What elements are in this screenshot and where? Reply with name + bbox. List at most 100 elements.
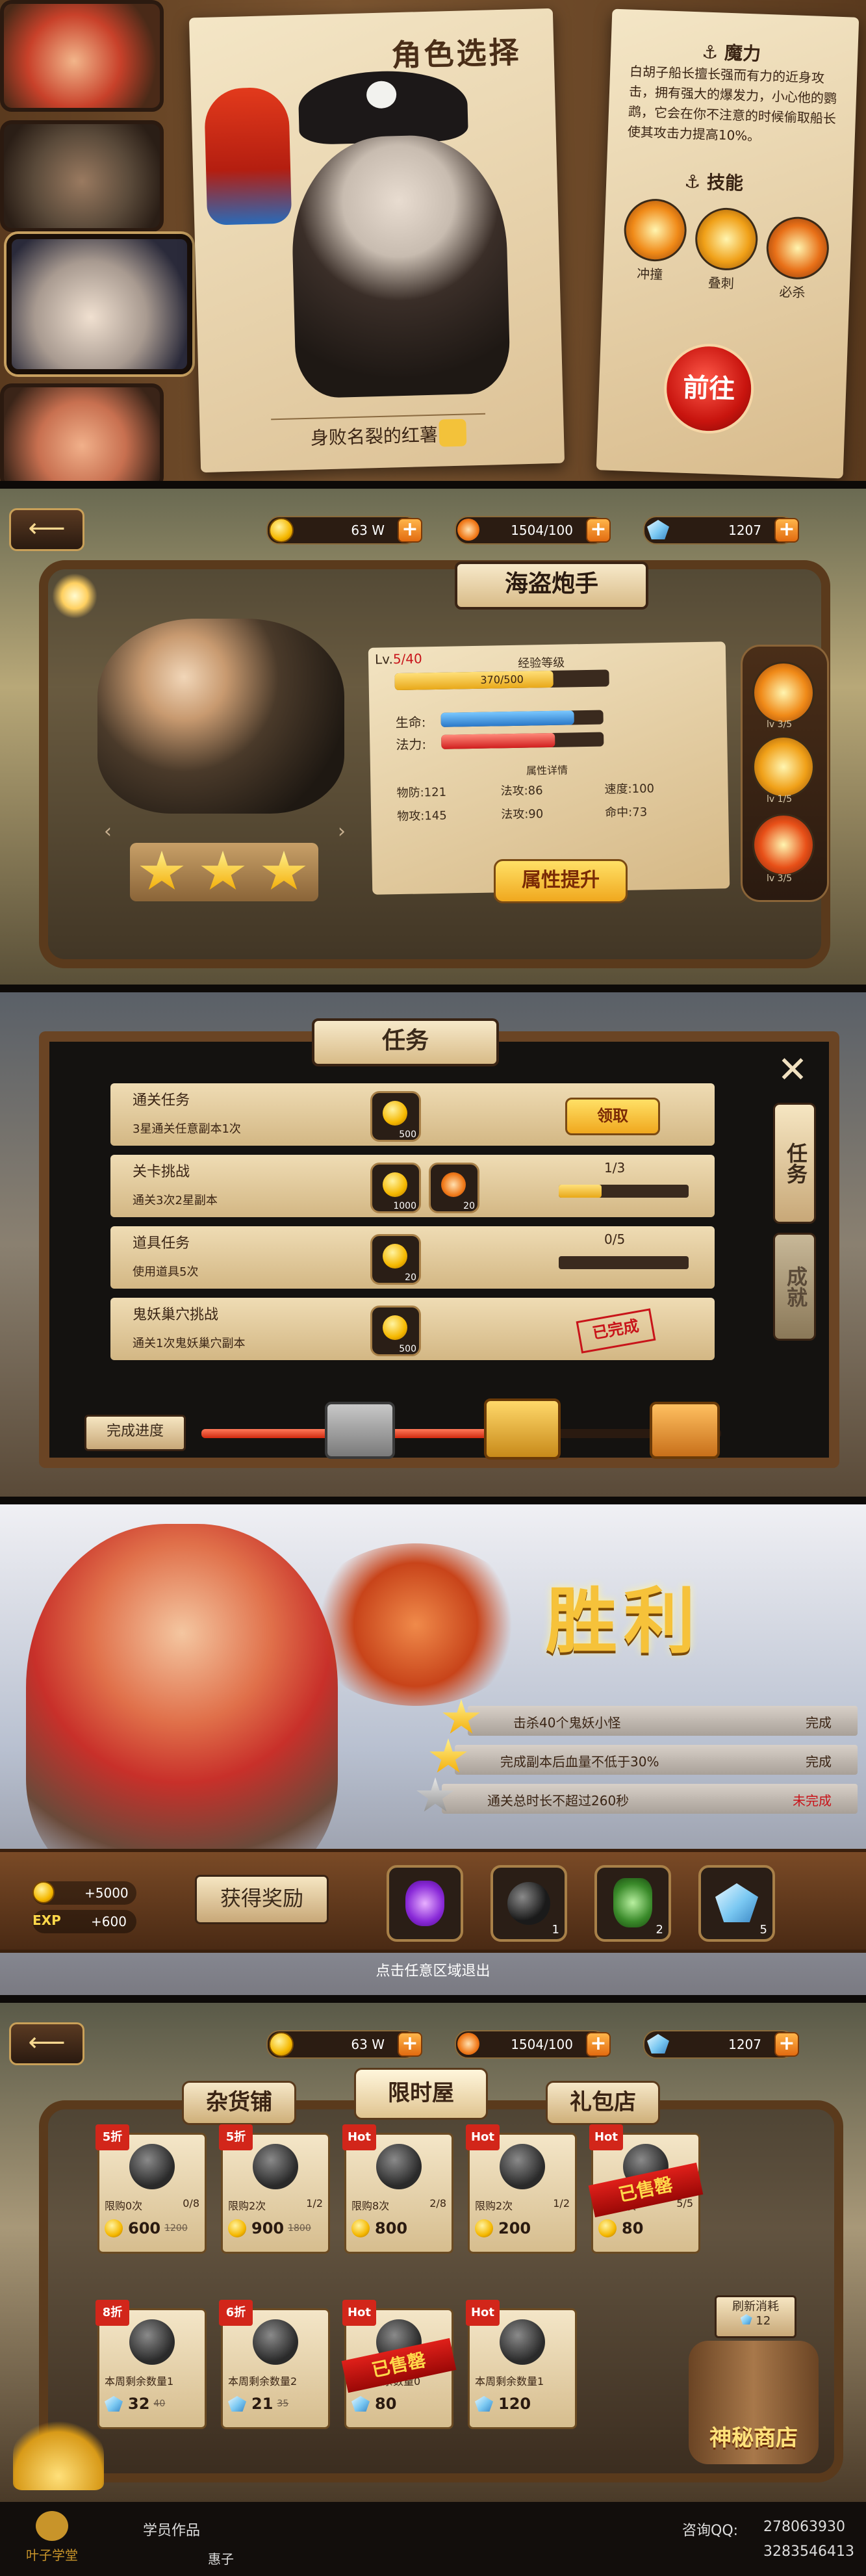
gem-icon [351,2396,370,2412]
add-stamina-button[interactable]: + [586,518,611,543]
tab-gift[interactable]: 礼包店 [546,2081,660,2125]
add-gem-button[interactable]: + [774,518,799,543]
gold-coin-icon [269,2032,294,2057]
discount-ribbon: 5折 [96,2124,129,2150]
gold-coin-icon [598,2219,617,2237]
attr-value: 73 [632,805,648,819]
prev-character-arrow[interactable]: ‹ [104,820,112,843]
chest-gold[interactable] [484,1398,561,1460]
mystery-shop-button[interactable]: 神秘商店 [682,2419,825,2458]
item-icon [500,2144,545,2189]
reward-slot-4[interactable]: 5 [698,1865,775,1942]
hp-bar [440,710,604,727]
price-row: 120 [475,2395,570,2421]
shop-item[interactable]: Hot 限购8次 2/8 800 [342,2124,453,2254]
side-tab-achievement[interactable]: 成就 [773,1233,816,1341]
skill-slot-2[interactable] [752,736,815,798]
reward-slot-2[interactable]: 1 [490,1865,567,1942]
attr-header: 属性详情 [526,764,568,777]
price-row: 200 [475,2219,570,2245]
back-button[interactable]: ⟵ [9,2022,84,2065]
goal-status: 完成 [806,1715,832,1731]
reward-slot-3[interactable]: 2 [594,1865,671,1942]
refresh-label: 刷新消耗 [732,2300,779,2313]
shop-item[interactable]: Hot 限购2次 1/2 200 [466,2124,577,2254]
shop-item[interactable]: Hot 本周剩余数量1 120 [466,2300,577,2429]
star-icon [201,851,245,890]
star-icon [262,851,306,890]
portrait-fat-pirate[interactable] [0,383,164,481]
gem-icon [715,1883,758,1922]
next-character-arrow[interactable]: › [338,820,346,843]
shop-item[interactable]: Hot限购5次5/580已售罄 [588,2124,704,2254]
attr-value: 90 [528,807,544,821]
discount-ribbon: Hot [466,2300,500,2326]
reward-slot-1[interactable] [387,1865,463,1942]
quest-desc: 通关3次2星副本 [133,1194,218,1207]
quest-name: 鬼妖巢穴挑战 [133,1307,219,1323]
skill-slot-3[interactable] [752,814,815,876]
mp-fill [441,732,555,749]
skills-header-text: 技能 [706,171,744,194]
go-button[interactable]: 前往 [662,342,756,435]
price: 32 [128,2395,150,2413]
tab-limited[interactable]: 限时屋 [354,2068,488,2120]
skill-slot-1[interactable] [752,662,815,724]
skill-label-2: 叠刺 [707,274,735,292]
gold-coin-icon [351,2219,370,2237]
purchase-limit: 限购0次 [105,2200,143,2212]
portrait-pirate-selected[interactable] [6,234,192,374]
add-gem-button[interactable]: + [774,2032,799,2057]
old-price: 1800 [288,2223,311,2234]
purchase-limit: 本周剩余数量2 [228,2375,298,2388]
shop-item[interactable]: 6折 本周剩余数量2 21 35 [219,2300,330,2429]
exit-hint[interactable]: 点击任意区域退出 [0,1959,866,1980]
reward-slot: 20 [429,1163,479,1213]
claim-button[interactable]: 领取 [565,1098,660,1135]
shop-item[interactable]: 5折 限购0次 0/8 600 1200 [96,2124,207,2254]
skill-icon-1[interactable] [623,198,688,263]
dice-icon[interactable] [439,419,467,447]
quest-progress-text: 0/5 [604,1231,626,1247]
price: 800 [375,2219,408,2237]
gem-value: 1207 [728,522,761,538]
portrait-zombie[interactable] [0,120,164,232]
chest-gold-2[interactable] [650,1402,720,1459]
reward-amount: 20 [463,1201,475,1211]
back-button[interactable]: ⟵ [9,508,84,551]
gold-bar: 63 W + [266,2030,422,2059]
divider-3 [0,1497,866,1504]
tab-grocery[interactable]: 杂货铺 [182,2081,296,2125]
potion-icon [405,1881,444,1926]
level-value: 5/40 [392,650,422,667]
refresh-sign[interactable]: 刷新消耗 12 [715,2295,796,2338]
chest-silver[interactable] [325,1402,395,1459]
add-gold-button[interactable]: + [398,2032,422,2057]
shop-item[interactable]: 8折 本周剩余数量1 32 40 [96,2300,207,2429]
close-button[interactable]: ✕ [773,1051,812,1090]
add-stamina-button[interactable]: + [586,2032,611,2057]
completed-stamp: 已完成 [576,1308,656,1354]
divider-2 [0,985,866,992]
add-gold-button[interactable]: + [398,518,422,543]
shop-item[interactable]: 5折 限购2次 1/2 900 1800 [219,2124,330,2254]
parrot [203,86,292,225]
goal-text: 完成副本后血量不低于30% [500,1754,659,1770]
exp-gain-row: EXP +600 [32,1910,136,1933]
attr-value: 100 [631,782,655,796]
quest-row: 鬼妖巢穴挑战 通关1次鬼妖巢穴副本 500 已完成 [110,1298,715,1360]
character-select-panel: 角色选择 身败名裂的红薯 ⚓ 魔力 白胡子船长擅长强而有力的近身攻击，拥有强大的… [0,0,866,481]
upgrade-button[interactable]: 属性提升 [494,859,628,903]
bomb-icon [507,1882,550,1925]
portrait-list [0,0,192,481]
gem-bar: 1207 + [643,2030,799,2059]
purchase-count: 2/8 [429,2197,446,2209]
skill-icon-3[interactable] [765,216,830,281]
skill-icon-2[interactable] [694,207,759,272]
item-icon [500,2319,545,2365]
mp-bar [441,732,604,749]
side-tab-quest[interactable]: 任务 [773,1103,816,1224]
reward-slot: 500 [370,1306,421,1356]
portrait-red-girl[interactable] [0,0,164,112]
shop-item[interactable]: Hot本周剩余数量080已售罄 [341,2300,457,2429]
